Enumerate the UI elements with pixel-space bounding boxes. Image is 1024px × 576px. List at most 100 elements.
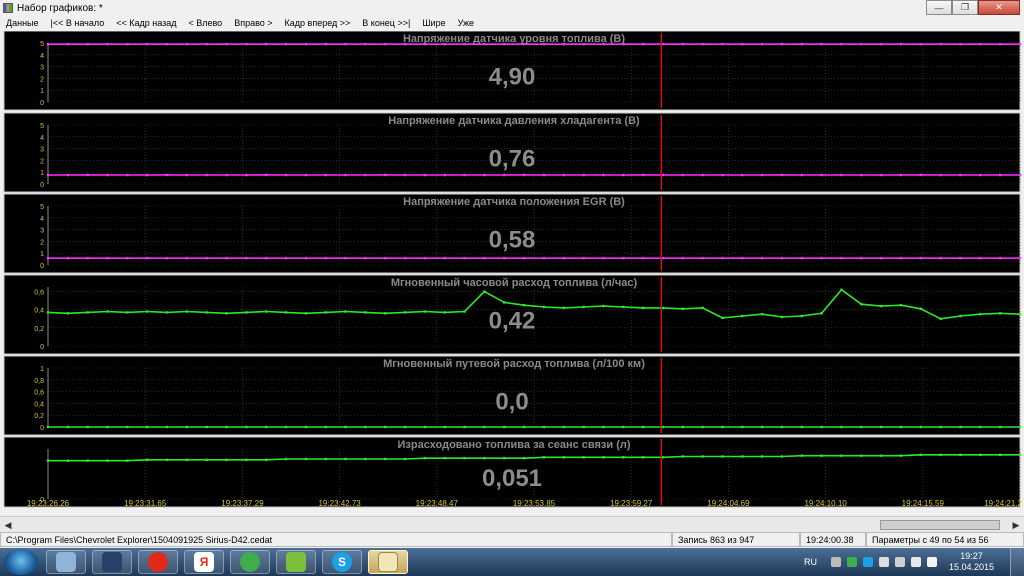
- data-point: [622, 256, 625, 260]
- data-point: [126, 173, 129, 177]
- data-point: [126, 42, 129, 46]
- data-point: [741, 425, 744, 429]
- taskbar: Я S RU 19:27 15.04.2015: [0, 548, 1024, 576]
- time-tick-label: 19:23:26.26: [27, 499, 70, 508]
- skype-icon: S: [332, 552, 352, 572]
- taskbar-yandex-browser[interactable]: [138, 550, 178, 574]
- data-point: [979, 453, 982, 457]
- data-point: [979, 313, 982, 316]
- menu-right[interactable]: Вправо >: [228, 18, 278, 28]
- scroll-right-icon[interactable]: ▶: [1010, 519, 1022, 531]
- start-button[interactable]: [4, 549, 38, 575]
- data-point: [602, 256, 605, 260]
- minimize-button[interactable]: —: [926, 0, 952, 15]
- data-point: [721, 425, 724, 429]
- data-point: [225, 42, 228, 46]
- data-point: [384, 457, 387, 461]
- data-point: [126, 425, 129, 429]
- charts-area[interactable]: 0 1 2 3 4 5 Напряжение датчика уровня топлива …: [0, 31, 1024, 516]
- menu-left[interactable]: < Влево: [182, 18, 228, 28]
- time-tick-label: 19:24:21.2: [984, 499, 1022, 508]
- tray-skype-icon[interactable]: [862, 557, 873, 567]
- y-tick-label: 0,2: [34, 413, 44, 420]
- scroll-left-icon[interactable]: ◀: [2, 519, 14, 531]
- menu-frame-back[interactable]: << Кадр назад: [110, 18, 182, 28]
- tray-power-icon[interactable]: [894, 557, 905, 567]
- data-point: [384, 173, 387, 177]
- data-point: [542, 173, 546, 177]
- data-point: [483, 290, 486, 293]
- data-point: [959, 314, 962, 318]
- data-point: [384, 256, 387, 260]
- taskbar-chat[interactable]: [230, 550, 270, 574]
- taskbar-explorer[interactable]: [46, 550, 86, 574]
- data-point: [443, 256, 446, 260]
- yandex-icon: Я: [194, 552, 214, 572]
- data-point: [899, 256, 903, 260]
- clock[interactable]: 19:27 15.04.2015: [949, 551, 994, 573]
- data-point: [86, 459, 89, 462]
- taskbar-chevrolet-explorer[interactable]: [368, 550, 408, 574]
- data-point: [959, 173, 962, 177]
- data-point: [582, 173, 585, 177]
- y-tick-label: 1: [40, 366, 44, 373]
- menu-wider[interactable]: Шире: [416, 18, 451, 28]
- data-point: [205, 173, 208, 177]
- data-point: [979, 42, 982, 46]
- data-point: [979, 173, 982, 177]
- tray-flag-icon[interactable]: [878, 557, 889, 567]
- data-point: [860, 303, 863, 306]
- data-point: [403, 425, 407, 429]
- volume-icon[interactable]: [926, 557, 937, 567]
- taskbar-skype[interactable]: S: [322, 550, 362, 574]
- data-point: [582, 456, 585, 459]
- charts-svg[interactable]: 0 1 2 3 4 5 Напряжение датчика уровня топлива …: [0, 31, 1024, 516]
- y-tick-label: 3: [40, 65, 44, 72]
- scroll-thumb[interactable]: [880, 520, 1000, 530]
- tray-expand-icon[interactable]: [830, 557, 841, 567]
- data-point: [542, 425, 546, 429]
- menu-frame-forward[interactable]: Кадр вперед >>: [279, 18, 357, 28]
- data-point: [324, 42, 327, 46]
- horizontal-scrollbar[interactable]: ◀ ▶: [0, 516, 1024, 532]
- taskbar-yandex[interactable]: Я: [184, 550, 224, 574]
- title-bar[interactable]: Набор графиков: * — ❐ ✕: [0, 0, 1024, 16]
- time-tick-label: 19:24:15.59: [902, 499, 945, 508]
- menu-narrower[interactable]: Уже: [452, 18, 480, 28]
- data-point: [384, 312, 387, 315]
- data-point: [245, 173, 248, 177]
- menu-go-end[interactable]: В конец >>|: [356, 18, 416, 28]
- system-tray: RU 19:27 15.04.2015: [804, 548, 994, 576]
- data-point: [820, 425, 823, 429]
- data-point: [106, 425, 109, 429]
- data-point: [701, 42, 704, 46]
- taskbar-downloader[interactable]: [276, 550, 316, 574]
- maximize-button[interactable]: ❐: [952, 0, 978, 15]
- data-point: [324, 173, 327, 177]
- data-point: [919, 425, 923, 429]
- data-point: [185, 310, 189, 313]
- data-point: [304, 425, 308, 429]
- data-point: [46, 311, 50, 314]
- data-point: [86, 256, 89, 260]
- data-point: [820, 256, 823, 260]
- data-point: [126, 311, 129, 314]
- data-point: [66, 459, 70, 462]
- data-point: [641, 456, 645, 459]
- language-indicator[interactable]: RU: [804, 557, 817, 567]
- taskbar-media-player[interactable]: [92, 550, 132, 574]
- data-point: [443, 311, 446, 314]
- tray-app-icon[interactable]: [846, 557, 857, 567]
- data-point: [126, 256, 129, 260]
- y-tick-label: 2: [40, 239, 44, 246]
- show-desktop-button[interactable]: [1010, 548, 1024, 576]
- menu-go-start[interactable]: |<< В начало: [45, 18, 111, 28]
- menu-data[interactable]: Данные: [0, 18, 45, 28]
- data-point: [185, 42, 189, 46]
- data-point: [741, 256, 744, 260]
- close-button[interactable]: ✕: [978, 0, 1020, 15]
- data-point: [423, 256, 427, 260]
- data-point: [939, 453, 942, 457]
- tray-network-icon[interactable]: [910, 557, 921, 567]
- chart-title: Мгновенный часовой расход топлива (л/час…: [391, 277, 638, 289]
